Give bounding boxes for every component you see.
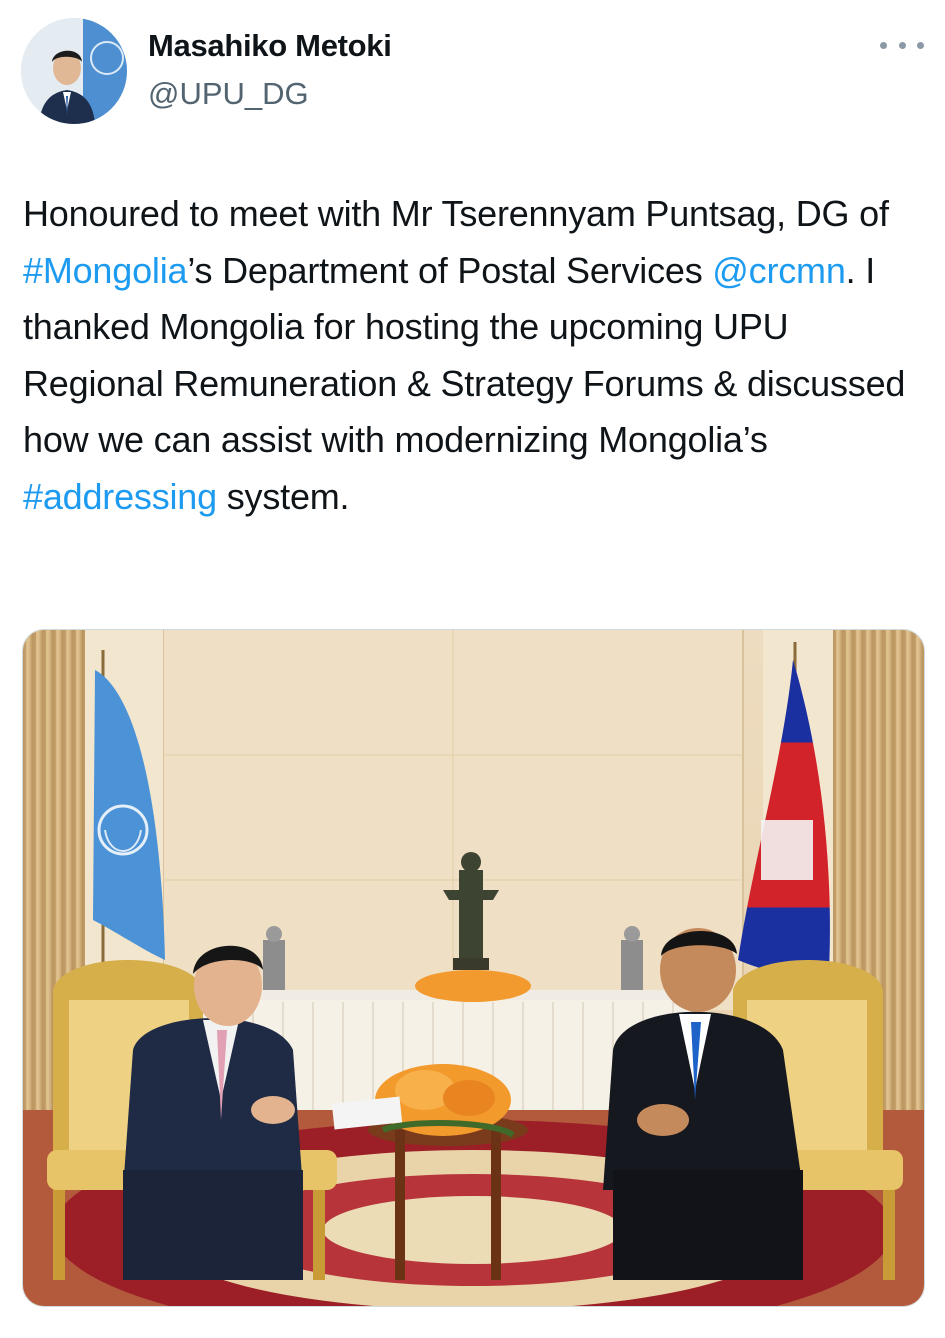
dot xyxy=(917,41,924,49)
more-options-icon[interactable] xyxy=(880,30,924,60)
author-display-name[interactable]: Masahiko Metoki xyxy=(148,28,392,64)
meeting-photo-image xyxy=(23,630,924,1306)
dot xyxy=(880,41,887,49)
mention-crcmn-link[interactable]: @crcmn xyxy=(712,250,846,291)
hashtag-addressing-link[interactable]: #addressing xyxy=(23,476,217,517)
tweet-text: Honoured to meet with Mr Tserennyam Punt… xyxy=(23,186,928,525)
tweet-text-segment: system. xyxy=(216,475,350,517)
author-handle[interactable]: @UPU_DG xyxy=(148,76,309,112)
author-avatar[interactable] xyxy=(21,18,127,124)
tweet-photo[interactable] xyxy=(22,629,925,1307)
dot xyxy=(898,41,906,49)
tweet-text-segment: Honoured to meet with Mr Tserennyam Punt… xyxy=(23,193,889,234)
tweet-text-segment: ’s Department of Postal Services xyxy=(187,249,713,291)
hashtag-mongolia-link[interactable]: #Mongolia xyxy=(23,250,188,291)
profile-photo-icon xyxy=(21,18,127,124)
